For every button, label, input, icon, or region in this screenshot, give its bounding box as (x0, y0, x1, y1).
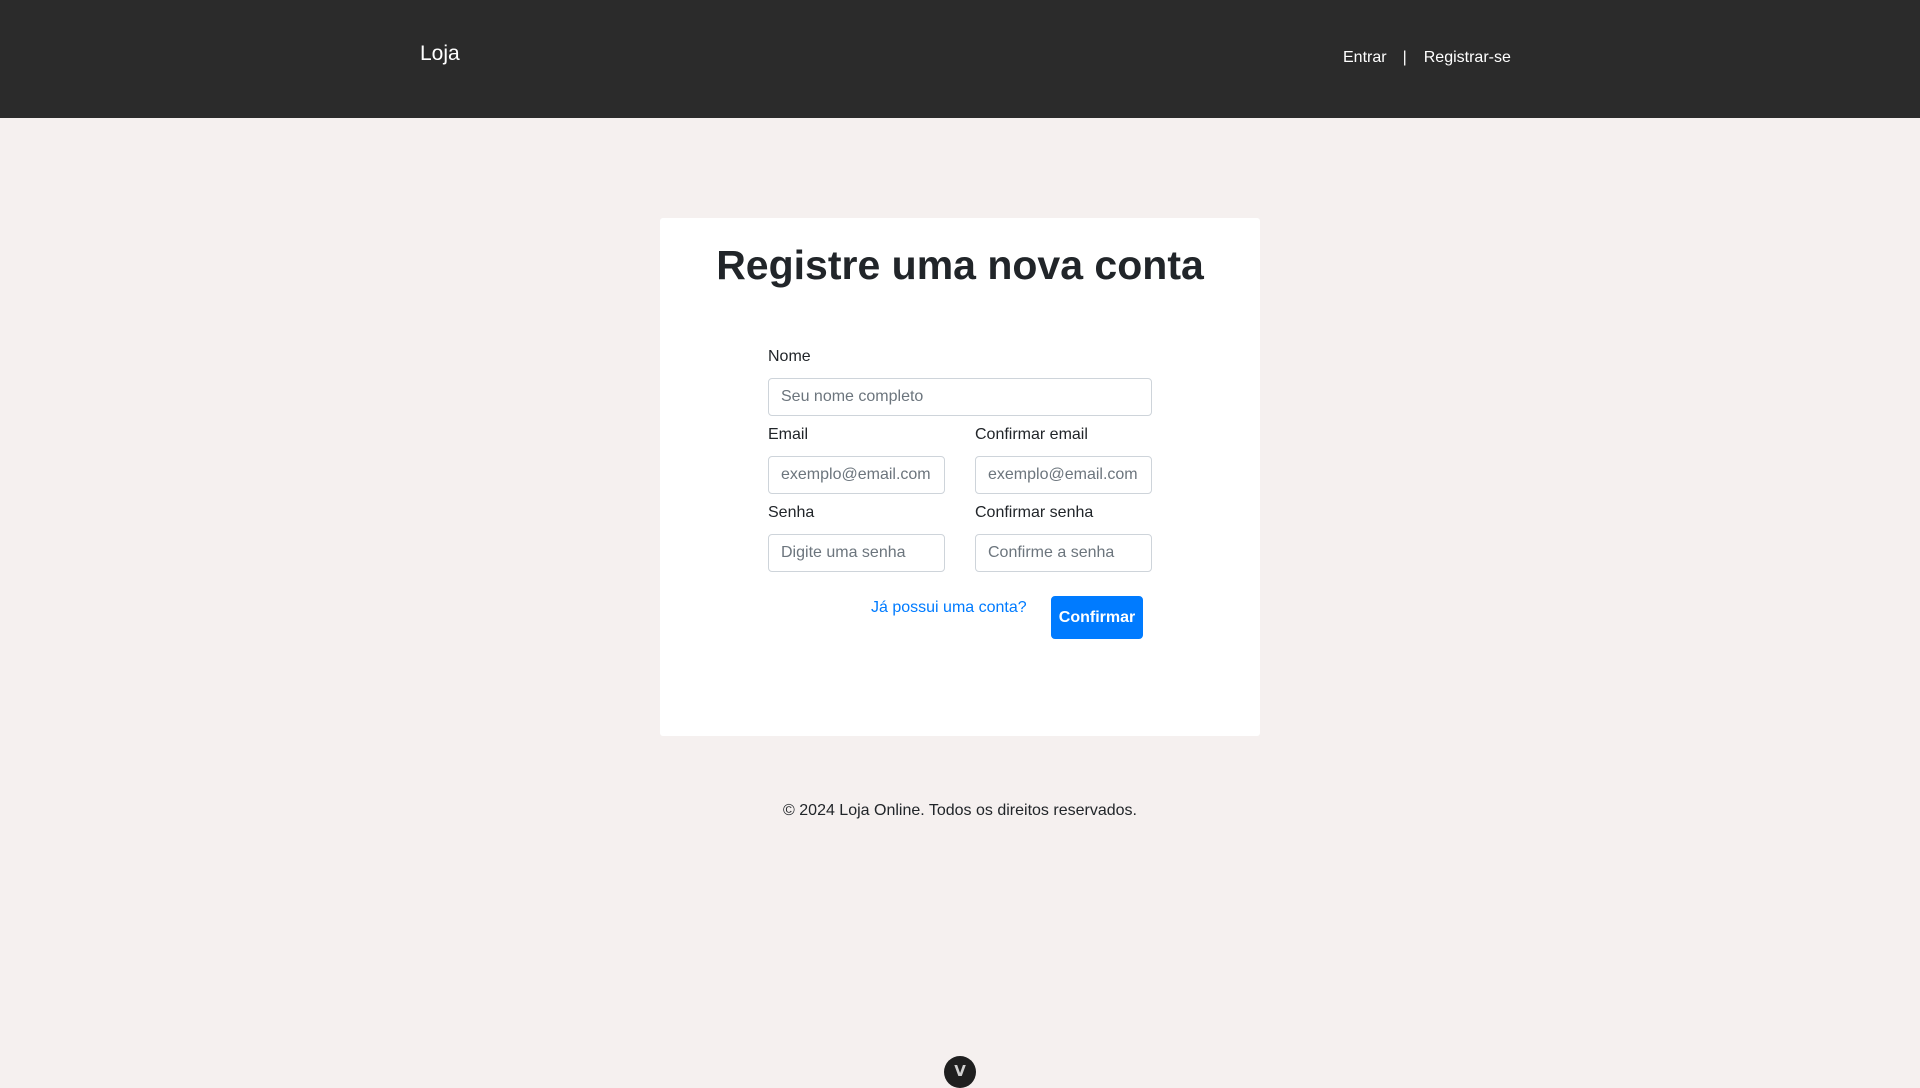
confirm-password-label: Confirmar senha (975, 504, 1094, 521)
confirm-email-label: Confirmar email (975, 426, 1088, 443)
register-link[interactable]: Registrar-se (1424, 49, 1511, 67)
footer-copyright: © 2024 Loja Online. Todos os direitos re… (783, 802, 1137, 819)
confirm-email-input[interactable] (975, 456, 1152, 494)
name-label: Nome (768, 348, 811, 365)
email-label: Email (768, 426, 809, 443)
register-card: Registre uma nova conta Nome Email Confi… (660, 218, 1260, 736)
has-account-link[interactable]: Já possui uma conta? (871, 599, 1027, 617)
email-input[interactable] (768, 456, 945, 494)
navbar: Loja Entrar | Registrar-se (0, 0, 1920, 118)
login-link[interactable]: Entrar (1343, 49, 1387, 67)
nav-separator: | (1402, 49, 1407, 66)
vue-devtools-icon[interactable]: V (944, 1056, 976, 1088)
password-label: Senha (768, 504, 815, 521)
brand-link[interactable]: Loja (420, 42, 460, 66)
nav-links: Entrar | Registrar-se (1343, 49, 1511, 67)
name-input[interactable] (768, 378, 1152, 416)
confirm-button[interactable]: Confirmar (1051, 596, 1143, 639)
password-input[interactable] (768, 534, 945, 572)
page-title: Registre uma nova conta (716, 242, 1204, 288)
confirm-password-input[interactable] (975, 534, 1152, 572)
